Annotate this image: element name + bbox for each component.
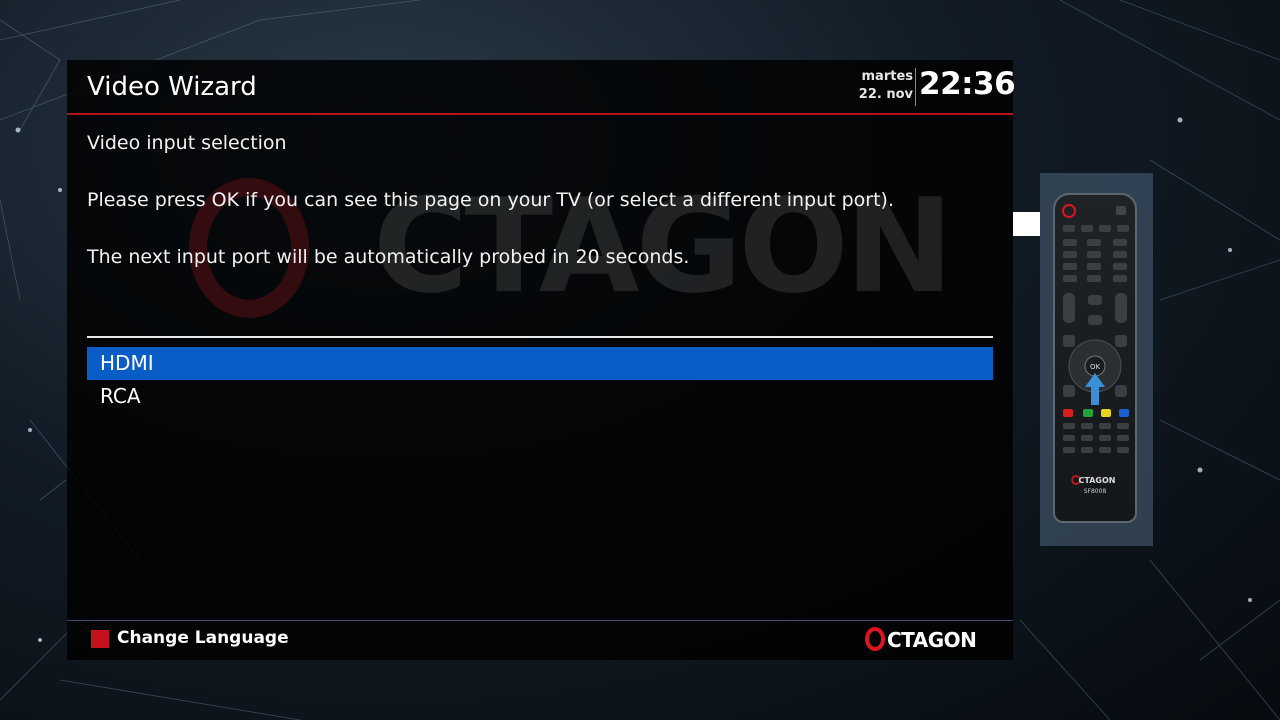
clock-divider	[915, 68, 916, 106]
remote-keys-icon: OK CTAGON SF8008	[1062, 204, 1129, 495]
brand-logo-icon	[865, 627, 885, 651]
footer-divider	[67, 620, 1013, 621]
instruction-text: Please press OK if you can see this page…	[87, 189, 894, 211]
section-heading: Video input selection	[87, 132, 287, 154]
wizard-panel: Video Wizard martes 22. nov 22:36 CTAGON…	[67, 60, 1016, 660]
header-bar: Video Wizard martes 22. nov 22:36	[67, 60, 1016, 115]
svg-text:OK: OK	[1090, 363, 1101, 371]
brand-name: CTAGON	[887, 628, 977, 652]
input-option-hdmi[interactable]: HDMI	[87, 347, 993, 380]
weekday-label: martes	[861, 69, 914, 84]
input-port-list: HDMI RCA	[87, 347, 993, 413]
change-language-button[interactable]: Change Language	[117, 628, 289, 648]
list-divider	[87, 336, 993, 338]
date-display: martes 22. nov	[853, 68, 913, 104]
remote-brand: CTAGON	[1079, 476, 1116, 485]
date-label: 22. nov	[858, 87, 913, 102]
remote-model: SF8008	[1084, 488, 1107, 495]
brand-logo: CTAGON	[865, 627, 991, 653]
page-title: Video Wizard	[87, 72, 257, 102]
decorative-tab	[1013, 212, 1040, 236]
countdown-text: The next input port will be automaticall…	[87, 246, 690, 268]
remote-control-icon: OK CTAGON SF8008	[1053, 193, 1137, 523]
header-divider	[67, 113, 1013, 115]
clock: 22:36	[919, 66, 1016, 102]
remote-illustration: OK CTAGON SF8008	[1040, 173, 1153, 546]
red-key-icon	[91, 630, 109, 648]
input-option-rca[interactable]: RCA	[87, 380, 993, 413]
